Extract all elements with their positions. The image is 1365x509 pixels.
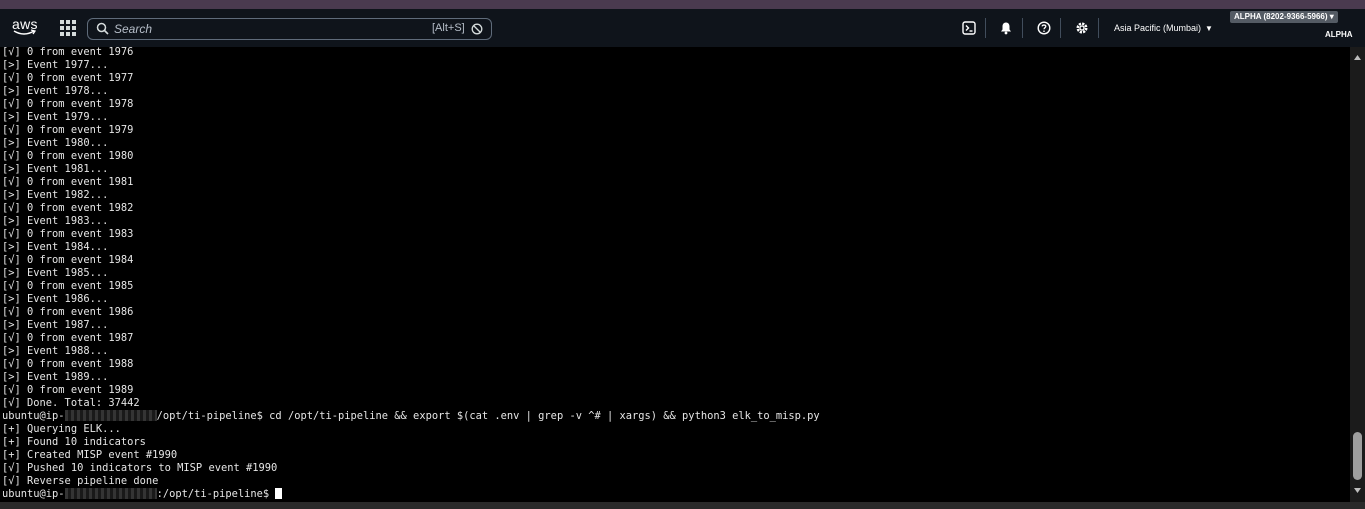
terminal-line: [√] 0 from event 1980 <box>2 150 134 162</box>
scrollbar-thumb[interactable] <box>1353 432 1362 480</box>
terminal-line: [+] Found 10 indicators <box>2 436 146 448</box>
bell-icon[interactable] <box>999 21 1013 35</box>
terminal-line: [√] Pushed 10 indicators to MISP event #… <box>2 462 278 474</box>
terminal-cursor <box>275 488 283 499</box>
search-input[interactable] <box>114 21 414 37</box>
terminal-line: [√] 0 from event 1985 <box>2 280 134 292</box>
prompt-path: /opt/ti-pipeline$ <box>156 410 263 422</box>
prompt-command: cd /opt/ti-pipeline && export $(cat .env… <box>262 410 820 422</box>
search-bar[interactable]: [Alt+S] <box>87 18 492 40</box>
terminal-line: [>] Event 1986... <box>2 293 109 305</box>
gear-icon[interactable] <box>1075 21 1089 35</box>
chevron-down-icon: ▼ <box>1205 24 1213 33</box>
terminal-line: [√] 0 from event 1988 <box>2 358 134 370</box>
nav-divider <box>1060 18 1061 38</box>
prompt-line: ubuntu@ip- :/opt/ti-pipeline$ <box>2 488 820 501</box>
prompt-line: ubuntu@ip- /opt/ti-pipeline$ cd /opt/ti-p… <box>2 410 820 423</box>
search-icon <box>96 22 109 35</box>
terminal-line: [>] Event 1978... <box>2 85 109 97</box>
terminal-line: [>] Event 1980... <box>2 137 109 149</box>
terminal-line: [√] 0 from event 1978 <box>2 98 134 110</box>
services-menu-icon[interactable] <box>60 20 76 36</box>
region-label: Asia Pacific (Mumbai) <box>1114 23 1202 33</box>
scroll-up-arrow-icon[interactable] <box>1354 55 1361 60</box>
terminal-line: [√] 0 from event 1982 <box>2 202 134 214</box>
bottom-bar <box>0 502 1365 509</box>
terminal-line: [√] 0 from event 1983 <box>2 228 134 240</box>
prompt-path: :/opt/ti-pipeline$ <box>156 488 270 500</box>
nav-divider <box>1022 18 1023 38</box>
cloudshell-icon[interactable] <box>962 21 976 35</box>
terminal-line: [√] 0 from event 1979 <box>2 124 134 136</box>
terminal-line: [√] 0 from event 1989 <box>2 384 134 396</box>
terminal-line: [>] Event 1985... <box>2 267 109 279</box>
terminal-line: [>] Event 1987... <box>2 319 109 331</box>
terminal-lines: [√] 0 from event 1976 [>] Event 1977... [√… <box>2 47 820 501</box>
terminal-line: [>] Event 1977... <box>2 59 109 71</box>
terminal-line: [>] Event 1983... <box>2 215 109 227</box>
redacted-hostname <box>64 410 157 421</box>
terminal-line: [>] Event 1979... <box>2 111 109 123</box>
terminal-line: [>] Event 1982... <box>2 189 109 201</box>
terminal-line: [>] Event 1988... <box>2 345 109 357</box>
help-icon[interactable] <box>1037 21 1051 35</box>
terminal-scrollbar[interactable] <box>1350 47 1365 502</box>
terminal-line: [+] Querying ELK... <box>2 423 121 435</box>
terminal-line: [+] Created MISP event #1990 <box>2 449 178 461</box>
terminal-line: [>] Event 1981... <box>2 163 109 175</box>
clear-shortcut-icon[interactable] <box>471 23 483 35</box>
redacted-hostname <box>64 488 157 499</box>
terminal-line: [√] 0 from event 1976 <box>2 47 134 58</box>
terminal-line: [>] Event 1989... <box>2 371 109 383</box>
search-shortcut-hint: [Alt+S] <box>432 22 465 34</box>
terminal-line: [√] 0 from event 1986 <box>2 306 134 318</box>
nav-divider <box>985 18 986 38</box>
account-name: ALPHA <box>1325 30 1353 39</box>
terminal-line: [√] Done. Total: 37442 <box>2 397 140 409</box>
terminal-line: [>] Event 1984... <box>2 241 109 253</box>
aws-logo[interactable]: aws <box>12 17 38 39</box>
nav-divider <box>1098 18 1099 38</box>
terminal-line: [√] 0 from event 1984 <box>2 254 134 266</box>
prompt-user: ubuntu@ip- <box>2 410 65 422</box>
prompt-user: ubuntu@ip- <box>2 488 65 500</box>
aws-smile-icon <box>13 29 37 35</box>
account-badge[interactable]: ALPHA (8202-9366-5966) ▾ <box>1230 11 1338 23</box>
terminal-line: [√] 0 from event 1987 <box>2 332 134 344</box>
scroll-down-arrow-icon[interactable] <box>1354 488 1361 493</box>
terminal-line: [√] Reverse pipeline done <box>2 475 159 487</box>
terminal-output[interactable]: [√] 0 from event 1976 [>] Event 1977... [√… <box>0 47 1350 502</box>
aws-top-navigation: aws [Alt+S] <box>0 9 1365 47</box>
region-selector[interactable]: Asia Pacific (Mumbai) ▼ <box>1114 23 1213 33</box>
terminal-line: [√] 0 from event 1977 <box>2 72 134 84</box>
terminal-line: [√] 0 from event 1981 <box>2 176 134 188</box>
